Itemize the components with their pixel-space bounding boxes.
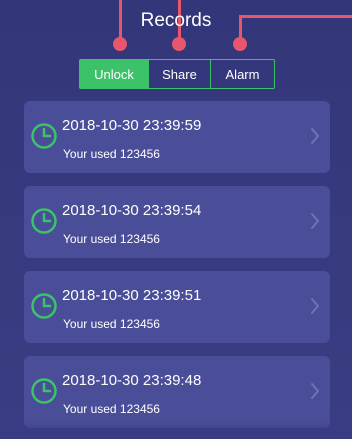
- bottom-fade: [0, 421, 352, 439]
- record-detail: Your used 123456: [63, 317, 160, 331]
- clock-icon: [31, 293, 57, 319]
- record-detail: Your used 123456: [63, 402, 160, 416]
- record-detail: Your used 123456: [63, 232, 160, 246]
- record-time: 2018-10-30 23:39:59: [62, 117, 202, 134]
- clock-icon: [31, 208, 57, 234]
- chevron-right-icon: [311, 213, 319, 229]
- chevron-right-icon: [311, 128, 319, 144]
- annotation-dot-alarm: [233, 37, 247, 51]
- records-screen: Records Unlock Share Alarm 2018-10-30 23…: [0, 0, 352, 439]
- record-item[interactable]: 2018-10-30 23:39:59 Your used 123456: [24, 101, 330, 173]
- record-item[interactable]: 2018-10-30 23:39:48 Your used 123456: [24, 356, 330, 428]
- record-item[interactable]: 2018-10-30 23:39:51 Your used 123456: [24, 271, 330, 343]
- record-time: 2018-10-30 23:39:48: [62, 372, 202, 389]
- record-type-tabs: Unlock Share Alarm: [79, 59, 275, 89]
- chevron-right-icon: [311, 383, 319, 399]
- records-list: 2018-10-30 23:39:59 Your used 123456 201…: [24, 101, 330, 439]
- record-item[interactable]: 2018-10-30 23:39:54 Your used 123456: [24, 186, 330, 258]
- record-time: 2018-10-30 23:39:54: [62, 202, 202, 219]
- annotation-dot-share: [172, 37, 186, 51]
- clock-icon: [31, 123, 57, 149]
- record-detail: Your used 123456: [63, 147, 160, 161]
- chevron-right-icon: [311, 298, 319, 314]
- clock-icon: [31, 378, 57, 404]
- record-time: 2018-10-30 23:39:51: [62, 287, 202, 304]
- tab-unlock[interactable]: Unlock: [80, 60, 148, 88]
- tab-alarm[interactable]: Alarm: [210, 60, 274, 88]
- page-title: Records: [140, 10, 212, 31]
- tab-share[interactable]: Share: [148, 60, 210, 88]
- annotation-dot-unlock: [113, 37, 127, 51]
